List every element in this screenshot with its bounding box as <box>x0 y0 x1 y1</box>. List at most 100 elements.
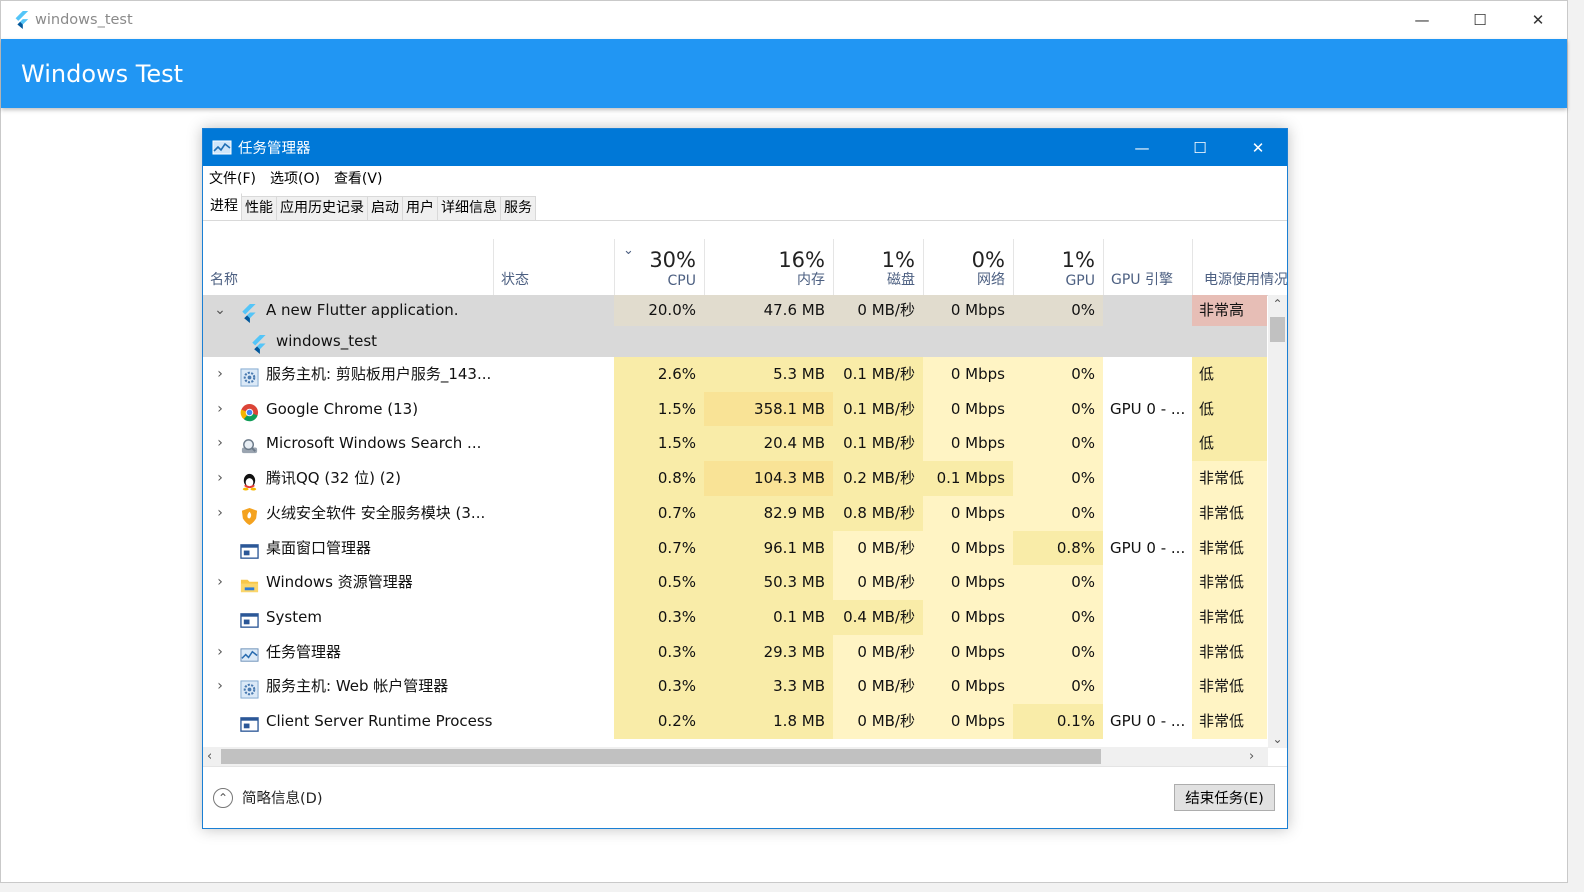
cell-disk: 0.8 MB/秒 <box>833 495 923 531</box>
menu-options[interactable]: 选项(O) <box>270 168 320 188</box>
process-name-cell: › 腾讯QQ (32 位) (2) <box>203 461 614 496</box>
chevron-right-icon[interactable]: › <box>213 357 227 392</box>
scroll-right-icon[interactable]: › <box>1249 747 1254 766</box>
process-row[interactable]: › Windows 资源管理器 0.5% 50.3 MB 0 MB/秒 0 Mbps 0% 非… <box>203 565 1267 601</box>
chevron-right-icon[interactable]: › <box>213 461 227 496</box>
col-power-header[interactable]: 电源使用情况 <box>1192 239 1287 295</box>
col-disk-header[interactable]: 1% 磁盘 <box>833 239 923 295</box>
process-row[interactable]: › Microsoft Windows Search ... 1.5% 20.4 MB… <box>203 426 1267 462</box>
scroll-left-icon[interactable]: ‹ <box>207 747 212 766</box>
tm-minimize-button[interactable]: — <box>1113 129 1171 166</box>
process-name: 桌面窗口管理器 <box>266 538 372 557</box>
cell-cpu: 0.3% <box>614 669 704 705</box>
process-name: Windows 资源管理器 <box>266 573 413 592</box>
cell-cpu: 1.5% <box>614 391 704 427</box>
flutter-icon <box>250 332 269 354</box>
vertical-scroll-thumb[interactable] <box>1270 317 1285 342</box>
process-row[interactable]: 桌面窗口管理器 0.7% 96.1 MB 0 MB/秒 0 Mbps 0.8% GPU 0 … <box>203 530 1267 566</box>
process-row[interactable]: System 0.3% 0.1 MB 0.4 MB/秒 0 Mbps 0% 非常低 <box>203 599 1267 635</box>
cell-power: 非常低 <box>1192 530 1267 566</box>
tm-title: 任务管理器 <box>238 141 311 157</box>
tab-app-history[interactable]: 应用历史记录 <box>276 196 368 220</box>
process-name-cell: 桌面窗口管理器 <box>203 531 614 566</box>
chevron-right-icon[interactable]: › <box>213 565 227 600</box>
col-name-header[interactable]: 名称 <box>203 239 493 295</box>
maximize-button[interactable]: ☐ <box>1451 1 1509 39</box>
col-power-label: 电源使用情况 <box>1204 272 1287 288</box>
gear-icon <box>240 677 259 699</box>
process-name-cell: › 服务主机: 剪贴板用户服务_143... <box>203 357 614 392</box>
col-cpu-header[interactable]: ⌄ 30% CPU <box>614 239 704 295</box>
horizontal-scrollbar[interactable]: ‹ › <box>203 747 1268 766</box>
close-button[interactable]: ✕ <box>1509 1 1567 39</box>
cell-engine <box>1103 461 1192 496</box>
close-icon: ✕ <box>1251 138 1265 157</box>
tab-bar: 进程 性能 应用历史记录 启动 用户 详细信息 服务 <box>203 193 1287 221</box>
process-name-cell: windows_test <box>203 326 614 357</box>
fewer-details-button[interactable]: ⌃ 简略信息(D) <box>213 787 322 808</box>
cell-power: 非常低 <box>1192 495 1267 531</box>
col-gpu-header[interactable]: 1% GPU <box>1013 239 1103 295</box>
tm-maximize-button[interactable]: ☐ <box>1171 129 1229 166</box>
tab-details[interactable]: 详细信息 <box>437 196 501 220</box>
process-row[interactable]: › 服务主机: Web 帐户管理器 0.3% 3.3 MB 0 MB/秒 0 Mbps 0%… <box>203 669 1267 705</box>
cell-disk: 0.1 MB/秒 <box>833 357 923 392</box>
process-name-cell: › Google Chrome (13) <box>203 392 614 427</box>
col-status-header[interactable]: 状态 <box>493 239 614 295</box>
cell-net: 0 Mbps <box>923 599 1013 635</box>
cell-disk: 0 MB/秒 <box>833 565 923 601</box>
fewer-details-label: 简略信息(D) <box>242 791 323 807</box>
cell-mem: 50.3 MB <box>704 565 833 601</box>
col-network-label: 网络 <box>977 272 1005 288</box>
cell-net: 0 Mbps <box>923 704 1013 739</box>
tab-users[interactable]: 用户 <box>402 196 438 220</box>
gpu-total: 1% <box>1061 248 1095 272</box>
scroll-down-icon[interactable]: ⌄ <box>1268 732 1287 746</box>
minimize-button[interactable]: — <box>1393 1 1451 39</box>
process-child-row[interactable]: windows_test <box>203 326 1267 357</box>
menu-file[interactable]: 文件(F) <box>209 168 256 188</box>
close-icon: ✕ <box>1531 11 1545 29</box>
chevron-right-icon[interactable]: › <box>213 392 227 427</box>
vertical-scrollbar[interactable]: ⌃ ⌄ <box>1268 295 1287 748</box>
cell-power: 非常低 <box>1192 634 1267 670</box>
process-row[interactable]: › 服务主机: 剪贴板用户服务_143... 2.6% 5.3 MB 0.1 MB/秒 0… <box>203 357 1267 392</box>
process-row[interactable]: › 腾讯QQ (32 位) (2) 0.8% 104.3 MB 0.2 MB/秒 0.1 … <box>203 461 1267 497</box>
end-task-button[interactable]: 结束任务(E) <box>1174 784 1275 811</box>
cell-cpu: 0.7% <box>614 495 704 531</box>
cell-engine: GPU 0 - ... <box>1110 399 1186 418</box>
horizontal-scroll-thumb[interactable] <box>221 749 1101 764</box>
column-header-row: 名称 状态 ⌄ 30% CPU 16% 内存 1% 磁盘 0% 网络 1% GP… <box>203 239 1287 296</box>
col-gpu-engine-header[interactable]: GPU 引擎 <box>1103 239 1192 295</box>
scroll-up-icon[interactable]: ⌃ <box>1268 297 1287 311</box>
cell-mem: 29.3 MB <box>704 634 833 670</box>
tab-startup[interactable]: 启动 <box>367 196 403 220</box>
maximize-icon: ☐ <box>1193 138 1207 157</box>
chevron-right-icon[interactable]: › <box>213 496 227 531</box>
cell-gpu: 0.1% <box>1013 704 1103 739</box>
process-name-cell: System <box>203 600 614 635</box>
menu-view[interactable]: 查看(V) <box>334 168 383 188</box>
cell-net: 0 Mbps <box>923 530 1013 566</box>
process-row[interactable]: › Google Chrome (13) 1.5% 358.1 MB 0.1 MB/秒 0… <box>203 391 1267 427</box>
process-row[interactable]: Client Server Runtime Process 0.2% 1.8 MB 0… <box>203 704 1267 739</box>
tab-performance[interactable]: 性能 <box>241 196 277 220</box>
cell-mem: 0.1 MB <box>704 599 833 635</box>
chevron-down-icon[interactable]: ⌄ <box>213 295 227 326</box>
process-row[interactable]: › 火绒安全软件 安全服务模块 (3... 0.7% 82.9 MB 0.8 MB/秒 0… <box>203 495 1267 531</box>
col-memory-header[interactable]: 16% 内存 <box>704 239 833 295</box>
col-network-header[interactable]: 0% 网络 <box>923 239 1013 295</box>
chevron-right-icon[interactable]: › <box>213 635 227 670</box>
cell-engine <box>1103 426 1192 461</box>
cell-net: 0.1 Mbps <box>923 461 1013 497</box>
tab-processes[interactable]: 进程 <box>206 193 242 220</box>
chevron-right-icon[interactable]: › <box>213 426 227 461</box>
chevron-right-icon[interactable]: › <box>213 669 227 704</box>
cell-power: 非常低 <box>1192 669 1267 705</box>
flutter-icon <box>240 301 259 323</box>
process-row[interactable]: › 任务管理器 0.3% 29.3 MB 0 MB/秒 0 Mbps 0% 非常低 <box>203 634 1267 670</box>
tm-close-button[interactable]: ✕ <box>1229 129 1287 166</box>
process-name-cell: › 火绒安全软件 安全服务模块 (3... <box>203 496 614 531</box>
footer: ⌃ 简略信息(D) 结束任务(E) <box>203 766 1287 828</box>
tab-services[interactable]: 服务 <box>500 196 536 220</box>
